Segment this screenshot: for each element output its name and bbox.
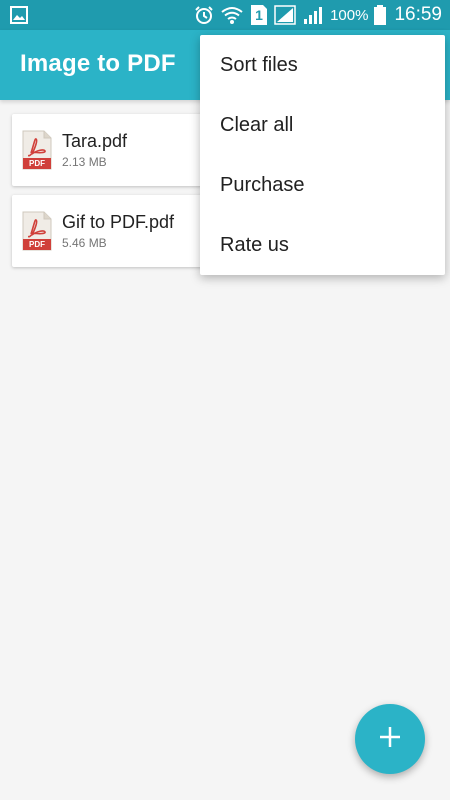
sim-number: 1 bbox=[255, 7, 263, 23]
signal-icon bbox=[302, 5, 324, 25]
file-size: 5.46 MB bbox=[62, 236, 107, 250]
signal-icon bbox=[274, 5, 296, 25]
file-name: Tara.pdf bbox=[62, 131, 128, 151]
menu-item-purchase[interactable]: Purchase bbox=[200, 155, 445, 215]
page-title: Image to PDF bbox=[20, 50, 176, 77]
pdf-badge-label: PDF bbox=[29, 159, 45, 168]
menu-item-rate-us[interactable]: Rate us bbox=[200, 215, 445, 275]
gallery-notification-icon bbox=[10, 6, 28, 24]
battery-icon bbox=[374, 5, 387, 25]
wifi-icon bbox=[220, 5, 244, 25]
battery-percent: 100% bbox=[330, 6, 369, 24]
plus-icon bbox=[379, 726, 401, 753]
menu-item-sort-files[interactable]: Sort files bbox=[200, 35, 445, 95]
add-file-button[interactable] bbox=[355, 704, 425, 774]
pdf-badge-label: PDF bbox=[29, 240, 45, 249]
alarm-icon bbox=[194, 5, 214, 25]
sim-1-icon: 1 bbox=[250, 4, 268, 26]
status-bar: 1 100% 16:59 bbox=[0, 0, 450, 30]
file-name: Gif to PDF.pdf bbox=[62, 212, 175, 232]
menu-item-clear-all[interactable]: Clear all bbox=[200, 95, 445, 155]
overflow-menu: Sort files Clear all Purchase Rate us bbox=[200, 35, 445, 275]
file-size: 2.13 MB bbox=[62, 155, 107, 169]
clock: 16:59 bbox=[394, 4, 442, 25]
